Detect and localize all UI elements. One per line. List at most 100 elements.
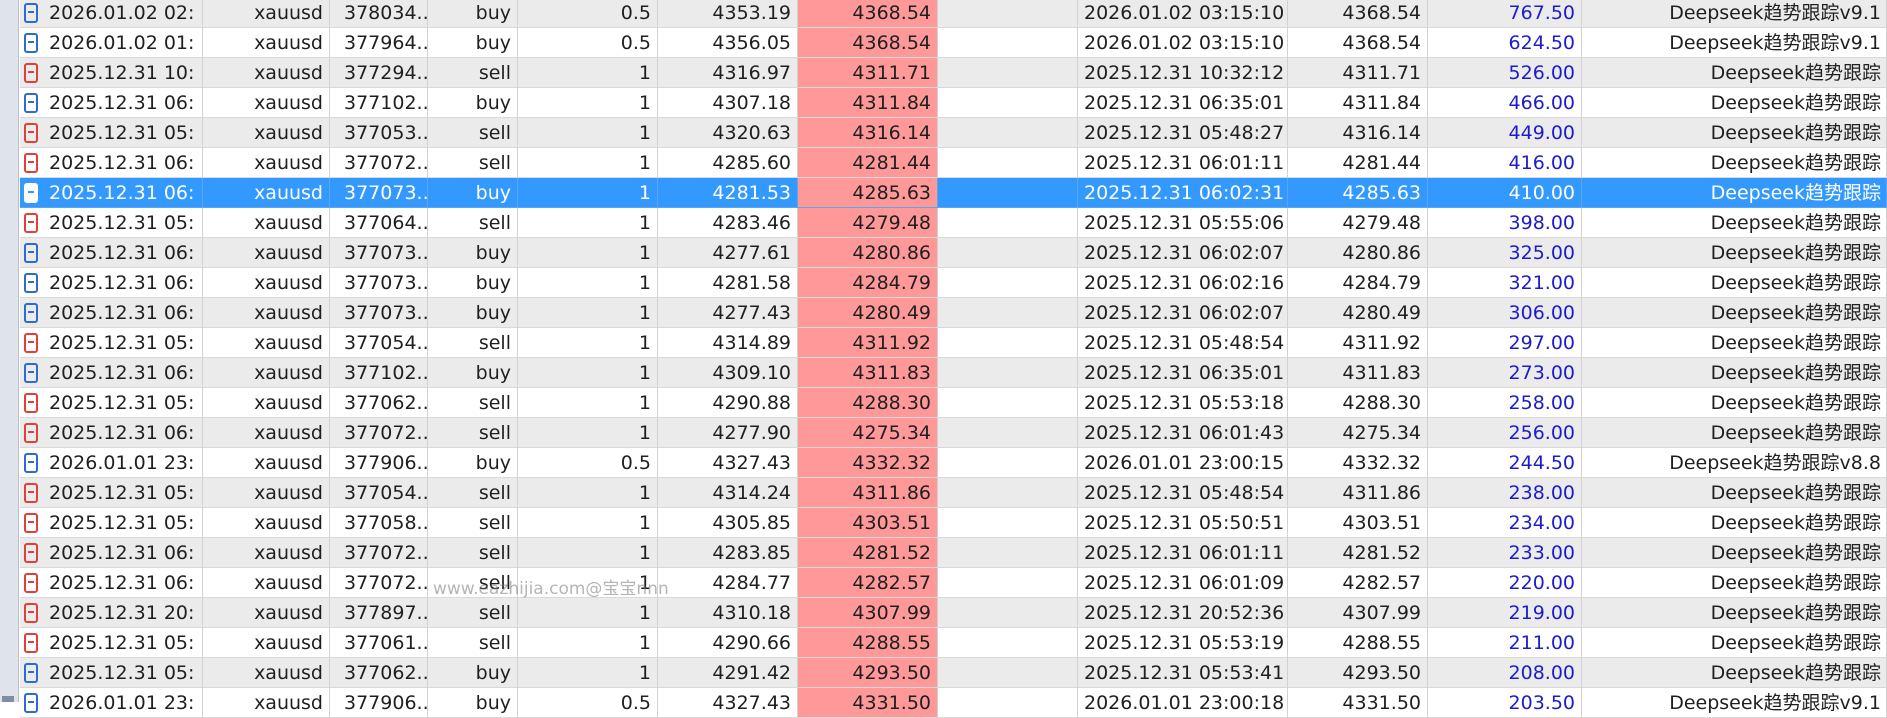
- comment-cell: Deepseek趋势跟踪: [1582, 178, 1887, 208]
- direction-cell: sell: [428, 478, 518, 508]
- table-row[interactable]: 2025.12.31 20:... xauusd377897...sell1431…: [20, 598, 1887, 628]
- price-cell: 4284.79: [1288, 268, 1428, 298]
- comment-cell: Deepseek趋势跟踪v8.8: [1582, 448, 1887, 478]
- open-time-cell: 2025.12.31 06:...: [20, 568, 203, 598]
- profit-cell: 258.00: [1428, 388, 1582, 418]
- open-time-text: 2025.12.31 06:...: [49, 541, 196, 564]
- empty-cell: [938, 298, 1078, 328]
- symbol-cell: xauusd: [203, 568, 330, 598]
- direction-cell: buy: [428, 0, 518, 28]
- price-cell: 4332.32: [1288, 448, 1428, 478]
- sell-order-icon: [24, 332, 38, 353]
- close-time-cell: 2025.12.31 20:52:36: [1078, 598, 1288, 628]
- close-price-cell: 4280.49: [798, 298, 938, 328]
- symbol-cell: xauusd: [203, 358, 330, 388]
- close-time-cell: 2025.12.31 05:53:41: [1078, 658, 1288, 688]
- open-time-cell: 2025.12.31 05:...: [20, 328, 203, 358]
- table-row[interactable]: 2026.01.01 23:...xauusd377906...buy0.543…: [20, 448, 1887, 478]
- comment-cell: Deepseek趋势跟踪: [1582, 478, 1887, 508]
- close-price-cell: 4293.50: [798, 658, 938, 688]
- table-row[interactable]: 2025.12.31 05:...xauusd377054...sell1431…: [20, 478, 1887, 508]
- table-row[interactable]: 2025.12.31 06:...xauusd377072...sell1427…: [20, 418, 1887, 448]
- table-row[interactable]: 2026.01.02 01:...xauusd377964...buy0.543…: [20, 28, 1887, 58]
- price-cell: 4275.34: [1288, 418, 1428, 448]
- price-cell: 4279.48: [1288, 208, 1428, 238]
- open-time-cell: 2025.12.31 05:...: [20, 118, 203, 148]
- direction-cell: buy: [428, 298, 518, 328]
- close-time-cell: 2025.12.31 06:02:31: [1078, 178, 1288, 208]
- volume-cell: 0.5: [518, 28, 658, 58]
- ticket-cell: 377053...: [330, 118, 428, 148]
- close-time-cell: 2025.12.31 05:48:54: [1078, 328, 1288, 358]
- price-cell: 4368.54: [1288, 0, 1428, 28]
- empty-cell: [938, 688, 1078, 718]
- open-price-cell: 4316.97: [658, 58, 798, 88]
- close-time-cell: 2025.12.31 06:02:16: [1078, 268, 1288, 298]
- table-row[interactable]: 2025.12.31 05:... xauusd377062...sell1429…: [20, 388, 1887, 418]
- price-cell: 4303.51: [1288, 508, 1428, 538]
- profit-cell: 211.00: [1428, 628, 1582, 658]
- direction-cell: sell: [428, 598, 518, 628]
- profit-cell: 624.50: [1428, 28, 1582, 58]
- volume-cell: 1: [518, 658, 658, 688]
- symbol-cell: xauusd: [203, 298, 330, 328]
- comment-cell: Deepseek趋势跟踪: [1582, 268, 1887, 298]
- open-time-cell: 2025.12.31 10:...: [20, 58, 203, 88]
- comment-cell: Deepseek趋势跟踪: [1582, 298, 1887, 328]
- open-time-cell: 2026.01.02 02:...: [20, 0, 203, 28]
- open-time-text: 2025.12.31 05:...: [49, 631, 196, 654]
- table-row[interactable]: 2025.12.31 10:...xauusd377294...sell1431…: [20, 58, 1887, 88]
- table-row[interactable]: 2026.01.02 02:...xauusd378034...buy0.543…: [20, 0, 1887, 28]
- open-time-cell: 2025.12.31 06:...: [20, 178, 203, 208]
- open-time-text: 2025.12.31 05:...: [49, 331, 196, 354]
- comment-cell: Deepseek趋势跟踪: [1582, 58, 1887, 88]
- table-row[interactable]: 2026.01.01 23:...xauusd377906...buy0.543…: [20, 688, 1887, 718]
- close-price-cell: 4368.54: [798, 28, 938, 58]
- direction-cell: buy: [428, 178, 518, 208]
- symbol-cell: xauusd: [203, 688, 330, 718]
- profit-cell: 325.00: [1428, 238, 1582, 268]
- profit-cell: 297.00: [1428, 328, 1582, 358]
- symbol-cell: xauusd: [203, 58, 330, 88]
- volume-cell: 0.5: [518, 0, 658, 28]
- price-cell: 4288.55: [1288, 628, 1428, 658]
- empty-cell: [938, 358, 1078, 388]
- table-row[interactable]: 2025.12.31 05:...xauusd377054...sell1431…: [20, 328, 1887, 358]
- table-row[interactable]: 2025.12.31 06:...xauusd377072...sell1428…: [20, 538, 1887, 568]
- table-row[interactable]: 2025.12.31 05:...xauusd377058...sell1430…: [20, 508, 1887, 538]
- profit-cell: 466.00: [1428, 88, 1582, 118]
- table-row[interactable]: 2025.12.31 06:... xauusd377102...buy14307…: [20, 88, 1887, 118]
- buy-order-icon: [24, 242, 38, 263]
- direction-cell: sell: [428, 388, 518, 418]
- profit-cell: 767.50: [1428, 0, 1582, 28]
- table-row[interactable]: 2025.12.31 06:... xauusd377073...buy14281…: [20, 268, 1887, 298]
- table-row[interactable]: 2025.12.31 05:... xauusd377061...sell1429…: [20, 628, 1887, 658]
- table-row[interactable]: 2025.12.31 05:... xauusd377064...sell1428…: [20, 208, 1887, 238]
- close-price-cell: 4281.44: [798, 148, 938, 178]
- table-row[interactable]: 2025.12.31 06:... xauusd377102...buy14309…: [20, 358, 1887, 388]
- profit-cell: 398.00: [1428, 208, 1582, 238]
- price-cell: 4288.30: [1288, 388, 1428, 418]
- empty-cell: [938, 268, 1078, 298]
- open-price-cell: 4283.46: [658, 208, 798, 238]
- table-row[interactable]: 2025.12.31 06:... xauusd377073...buy14281…: [20, 178, 1887, 208]
- table-row[interactable]: 2025.12.31 06:... xauusd377073...buy14277…: [20, 238, 1887, 268]
- table-row[interactable]: 2025.12.31 06:...xauusd377072...sell1428…: [20, 148, 1887, 178]
- sell-order-icon: [24, 152, 38, 173]
- ticket-cell: 377102...: [330, 358, 428, 388]
- close-price-cell: 4303.51: [798, 508, 938, 538]
- table-row[interactable]: 2025.12.31 05:... xauusd377053...sell1432…: [20, 118, 1887, 148]
- close-price-cell: 4279.48: [798, 208, 938, 238]
- open-time-text: 2025.12.31 10:...: [49, 61, 196, 84]
- close-price-cell: 4331.50: [798, 688, 938, 718]
- table-row[interactable]: 2025.12.31 05:... xauusd377062...buy14291…: [20, 658, 1887, 688]
- ticket-cell: 377906...: [330, 448, 428, 478]
- ticket-cell: 377064...: [330, 208, 428, 238]
- close-time-cell: 2025.12.31 05:48:27: [1078, 118, 1288, 148]
- open-time-cell: 2025.12.31 06:...: [20, 148, 203, 178]
- close-price-cell: 4311.92: [798, 328, 938, 358]
- price-cell: 4368.54: [1288, 28, 1428, 58]
- table-row[interactable]: 2025.12.31 06:...xauusd377072...sell1428…: [20, 568, 1887, 598]
- buy-order-icon: [24, 182, 38, 203]
- table-row[interactable]: 2025.12.31 06:... xauusd377073...buy14277…: [20, 298, 1887, 328]
